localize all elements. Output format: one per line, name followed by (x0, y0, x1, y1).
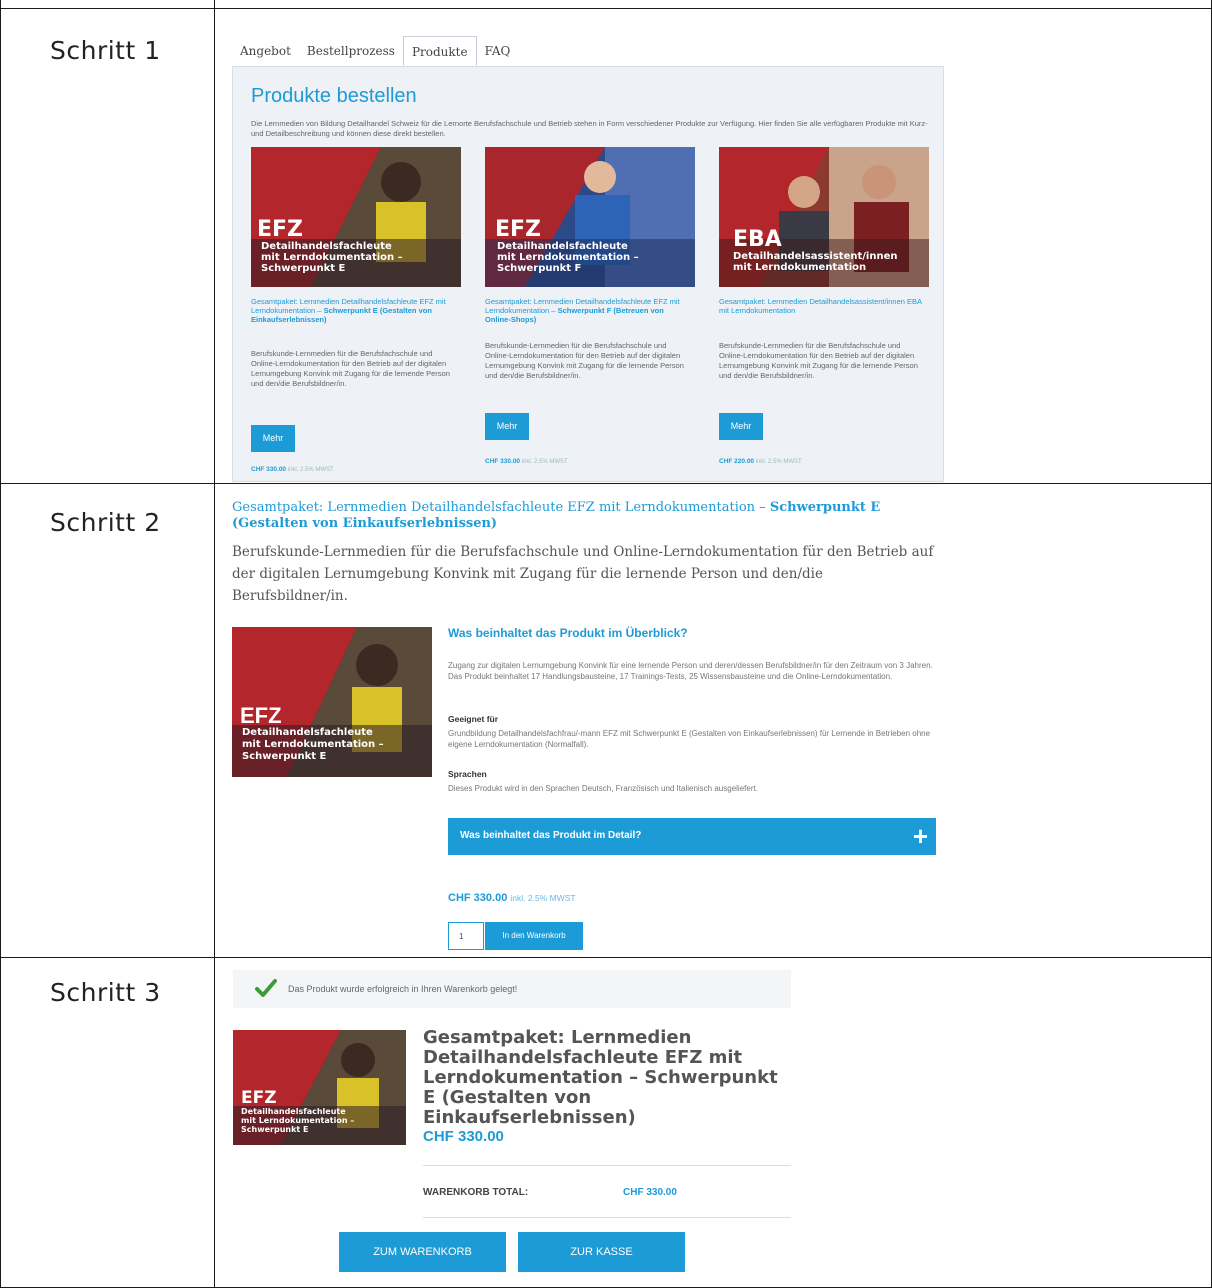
product-title-link[interactable]: Gesamtpaket: Lernmedien Detailhandelsfac… (485, 297, 690, 324)
cart-product-price: CHF 330.00 (423, 1128, 504, 1145)
step-2-label: Schritt 2 (50, 508, 161, 537)
badge-text: EBA (733, 227, 782, 252)
page-title: Produkte bestellen (251, 85, 417, 107)
cart-product-title: Gesamtpaket: Lernmedien Detailhandelsfac… (423, 1027, 778, 1128)
product-description: Berufskunde-Lernmedien für die Berufsfac… (485, 341, 684, 380)
product-title-link[interactable]: Gesamtpaket: Lernmedien Detailhandelsass… (719, 297, 924, 315)
product-description: Berufskunde-Lernmedien für die Berufsfac… (719, 341, 918, 380)
product-tabs: Angebot Bestellprozess Produkte FAQ (232, 36, 518, 66)
detail-product-image: EFZ Detailhandelsfachleute mit Lerndokum… (232, 627, 432, 777)
check-icon (255, 978, 277, 1003)
badge-text: EFZ (241, 1088, 277, 1108)
checkout-button[interactable]: ZUR KASSE (518, 1232, 685, 1272)
divider (423, 1165, 791, 1166)
badge-text: EFZ (257, 217, 304, 242)
detail-price: CHF 330.00 inkl. 2.5% MWST (448, 892, 576, 904)
languages-text: Dieses Produkt wird in den Sprachen Deut… (448, 784, 758, 793)
tab-bestellprozess[interactable]: Bestellprozess (299, 36, 403, 66)
divider (423, 1217, 791, 1218)
overview-text: Zugang zur digitalen Lernumgebung Konvin… (448, 661, 933, 681)
step-1-label: Schritt 1 (50, 36, 161, 65)
suitable-label: Geeignet für (448, 714, 499, 724)
quantity-input[interactable]: 1 (448, 922, 484, 950)
product-price: CHF 330.00 inkl. 2.5% MWST (251, 466, 334, 473)
image-overlay-text: Detailhandelsfachleute mit Lerndokumenta… (242, 727, 384, 762)
suitable-text: Grundbildung Detailhandelsfachfrau/-mann… (448, 729, 931, 749)
image-overlay-text: Detailhandelsassistent/innen mit Lerndok… (733, 251, 898, 273)
product-title-link[interactable]: Gesamtpaket: Lernmedien Detailhandelsfac… (251, 297, 456, 324)
badge-text: EFZ (495, 217, 542, 242)
cart-product-image: EFZ Detailhandelsfachleute mit Lerndokum… (233, 1030, 406, 1145)
table-column-divider (214, 0, 215, 1288)
product-price: CHF 220.00 inkl. 2.5% MWST (719, 458, 802, 465)
product-image[interactable]: EBA Detailhandelsassistent/innen mit Ler… (719, 147, 929, 287)
plus-icon[interactable]: + (913, 822, 928, 850)
image-overlay-text: Detailhandelsfachleute mit Lerndokumenta… (261, 241, 403, 274)
mehr-button[interactable]: Mehr (251, 425, 295, 452)
detail-title: Gesamtpaket: Lernmedien Detailhandelsfac… (232, 500, 881, 531)
image-overlay-text: Detailhandelsfachleute mit Lerndokumenta… (241, 1107, 355, 1134)
table-row-divider (0, 483, 1212, 484)
tab-angebot[interactable]: Angebot (232, 36, 299, 66)
product-image[interactable]: EFZ Detailhandelsfachleute mit Lerndokum… (251, 147, 461, 287)
add-to-cart-button[interactable]: In den Warenkorb (485, 922, 583, 950)
languages-label: Sprachen (448, 769, 487, 779)
view-cart-button[interactable]: ZUM WARENKORB (339, 1232, 506, 1272)
step-3-label: Schritt 3 (50, 978, 161, 1007)
success-notice: Das Produkt wurde erfolgreich in Ihren W… (233, 970, 791, 1008)
table-border-left (0, 0, 1, 1288)
mehr-button[interactable]: Mehr (719, 413, 763, 440)
tab-faq[interactable]: FAQ (477, 36, 519, 66)
tab-produkte[interactable]: Produkte (402, 36, 477, 66)
cart-total-value: CHF 330.00 (623, 1187, 677, 1198)
overview-heading: Was beinhaltet das Produkt im Überblick? (448, 626, 688, 640)
product-price: CHF 330.00 inkl. 2.5% MWST (485, 458, 568, 465)
notice-text: Das Produkt wurde erfolgreich in Ihren W… (288, 984, 518, 994)
detail-subtitle: Berufskunde-Lernmedien für die Berufsfac… (232, 544, 934, 604)
mehr-button[interactable]: Mehr (485, 413, 529, 440)
detail-accordion[interactable]: Was beinhaltet das Produkt im Detail? + (448, 818, 936, 855)
badge-text: EFZ (240, 703, 282, 728)
intro-text: Die Lernmedien von Bildung Detailhandel … (251, 119, 928, 138)
product-image[interactable]: EFZ Detailhandelsfachleute mit Lerndokum… (485, 147, 695, 287)
table-row-divider (0, 957, 1212, 958)
table-border-top (0, 8, 1212, 9)
image-overlay-text: Detailhandelsfachleute mit Lerndokumenta… (497, 241, 639, 274)
cart-total-label: WARENKORB TOTAL: (423, 1187, 529, 1198)
product-description: Berufskunde-Lernmedien für die Berufsfac… (251, 349, 450, 388)
products-panel: Produkte bestellen Die Lernmedien von Bi… (232, 66, 944, 482)
accordion-label: Was beinhaltet das Produkt im Detail? (460, 830, 642, 841)
